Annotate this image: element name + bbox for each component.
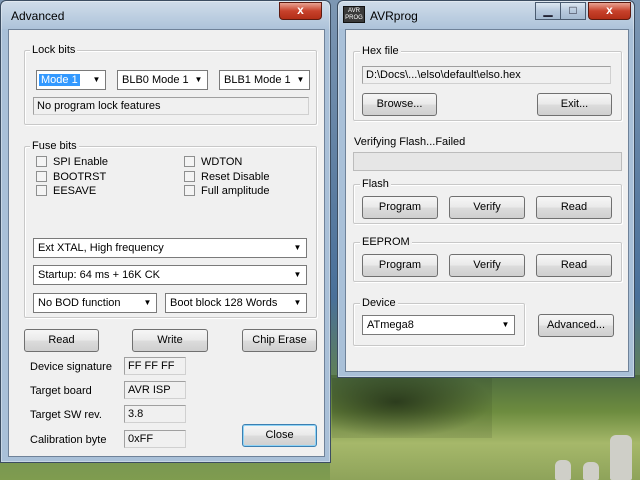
advanced-button[interactable]: Advanced... — [538, 314, 614, 337]
exit-button[interactable]: Exit... — [537, 93, 612, 116]
fuse-write-button[interactable]: Write — [132, 329, 208, 352]
fuse-checkbox-reset-disable[interactable]: Reset Disable — [184, 171, 269, 185]
chevron-down-icon: ▼ — [89, 72, 104, 88]
chip-erase-button[interactable]: Chip Erase — [242, 329, 317, 352]
blb1-mode-select[interactable]: BLB1 Mode 1 ▼ — [219, 70, 310, 90]
chevron-down-icon: ▼ — [191, 72, 206, 88]
fuse-checkbox-spi-enable[interactable]: SPI Enable — [36, 156, 108, 170]
bod-value: No BOD function — [38, 297, 121, 309]
calibration-byte-value: 0xFF — [124, 430, 186, 448]
fuse-checkbox-full-amplitude[interactable]: Full amplitude — [184, 185, 269, 199]
hex-file-label: Hex file — [360, 45, 401, 57]
target-sw-rev-value: 3.8 — [124, 405, 186, 423]
chevron-down-icon: ▼ — [290, 267, 305, 283]
progress-bar — [353, 152, 622, 171]
advanced-close-window-button[interactable]: x — [279, 2, 322, 20]
checkbox-icon[interactable] — [36, 156, 47, 167]
avrprog-client-area: Hex file D:\Docs\...\elso\default\elso.h… — [345, 29, 629, 372]
blb0-mode-value: BLB0 Mode 1 — [122, 74, 189, 86]
advanced-close-button[interactable]: Close — [242, 424, 317, 447]
eeprom-label: EEPROM — [360, 236, 412, 248]
clock-source-value: Ext XTAL, High frequency — [38, 242, 164, 254]
lock-mode-value: Mode 1 — [39, 74, 80, 86]
device-signature-label: Device signature — [30, 361, 112, 373]
device-value: ATmega8 — [367, 319, 414, 331]
desktop-tree-shadow — [332, 378, 492, 438]
chevron-down-icon: ▼ — [140, 295, 155, 311]
close-icon: x — [297, 3, 304, 17]
checkbox-icon[interactable] — [36, 171, 47, 182]
lock-bits-label: Lock bits — [30, 44, 78, 56]
minimize-button[interactable]: ▁ — [535, 2, 561, 20]
desktop-stones — [555, 430, 640, 480]
fuse-read-button[interactable]: Read — [24, 329, 99, 352]
device-select[interactable]: ATmega8 ▼ — [362, 315, 515, 335]
eesave-label: EESAVE — [53, 185, 97, 197]
eeprom-verify-button[interactable]: Verify — [449, 254, 525, 277]
boot-block-select[interactable]: Boot block 128 Words ▼ — [165, 293, 307, 313]
device-signature-value: FF FF FF — [124, 357, 186, 375]
spi-enable-label: SPI Enable — [53, 156, 109, 168]
bootrst-label: BOOTRST — [53, 171, 107, 183]
advanced-client-area: Lock bits Mode 1 ▼ BLB0 Mode 1 ▼ BLB1 Mo… — [8, 29, 325, 457]
maximize-button[interactable]: □ — [560, 2, 586, 20]
flash-verify-button[interactable]: Verify — [449, 196, 525, 219]
fuse-checkbox-eesave[interactable]: EESAVE — [36, 185, 96, 199]
checkbox-icon[interactable] — [36, 185, 47, 196]
startup-time-select[interactable]: Startup: 64 ms + 16K CK ▼ — [33, 265, 307, 285]
bod-select[interactable]: No BOD function ▼ — [33, 293, 157, 313]
advanced-window-title: Advanced — [11, 9, 65, 23]
blb0-mode-select[interactable]: BLB0 Mode 1 ▼ — [117, 70, 208, 90]
target-board-value: AVR ISP — [124, 381, 186, 399]
chevron-down-icon: ▼ — [290, 295, 305, 311]
avrprog-window: AVR PROG AVRprog ▁ □ x Hex file D:\Docs\… — [337, 0, 635, 378]
full-amplitude-label: Full amplitude — [201, 185, 270, 197]
calibration-byte-label: Calibration byte — [30, 434, 107, 446]
avrprog-window-title: AVRprog — [370, 9, 418, 23]
checkbox-icon[interactable] — [184, 156, 195, 167]
fuse-checkbox-wdton[interactable]: WDTON — [184, 156, 242, 170]
checkbox-icon[interactable] — [184, 185, 195, 196]
flash-label: Flash — [360, 178, 391, 190]
fuse-bits-label: Fuse bits — [30, 140, 79, 152]
chevron-down-icon: ▼ — [290, 240, 305, 256]
clock-source-select[interactable]: Ext XTAL, High frequency ▼ — [33, 238, 307, 258]
flash-program-button[interactable]: Program — [362, 196, 438, 219]
close-icon: x — [606, 3, 613, 17]
target-board-label: Target board — [30, 385, 92, 397]
reset-disable-label: Reset Disable — [201, 171, 270, 183]
eeprom-read-button[interactable]: Read — [536, 254, 612, 277]
avrprog-close-window-button[interactable]: x — [588, 2, 631, 20]
device-label: Device — [360, 297, 398, 309]
fuse-checkbox-bootrst[interactable]: BOOTRST — [36, 171, 106, 185]
maximize-icon: □ — [569, 3, 577, 17]
browse-button[interactable]: Browse... — [362, 93, 437, 116]
flash-read-button[interactable]: Read — [536, 196, 612, 219]
boot-block-value: Boot block 128 Words — [170, 297, 278, 309]
lock-status-field: No program lock features — [33, 97, 309, 115]
wdton-label: WDTON — [201, 156, 243, 168]
avrprog-app-icon: AVR PROG — [343, 6, 365, 23]
startup-time-value: Startup: 64 ms + 16K CK — [38, 269, 160, 281]
blb1-mode-value: BLB1 Mode 1 — [224, 74, 291, 86]
eeprom-program-button[interactable]: Program — [362, 254, 438, 277]
status-text: Verifying Flash...Failed — [354, 136, 466, 148]
target-sw-rev-label: Target SW rev. — [30, 409, 102, 421]
checkbox-icon[interactable] — [184, 171, 195, 182]
hex-file-path-field[interactable]: D:\Docs\...\elso\default\elso.hex — [362, 66, 611, 84]
chevron-down-icon: ▼ — [498, 317, 513, 333]
chevron-down-icon: ▼ — [293, 72, 308, 88]
lock-mode-select[interactable]: Mode 1 ▼ — [36, 70, 106, 90]
minimize-icon: ▁ — [543, 3, 553, 17]
advanced-window: Advanced x Lock bits Mode 1 ▼ BLB0 Mode … — [0, 0, 331, 463]
